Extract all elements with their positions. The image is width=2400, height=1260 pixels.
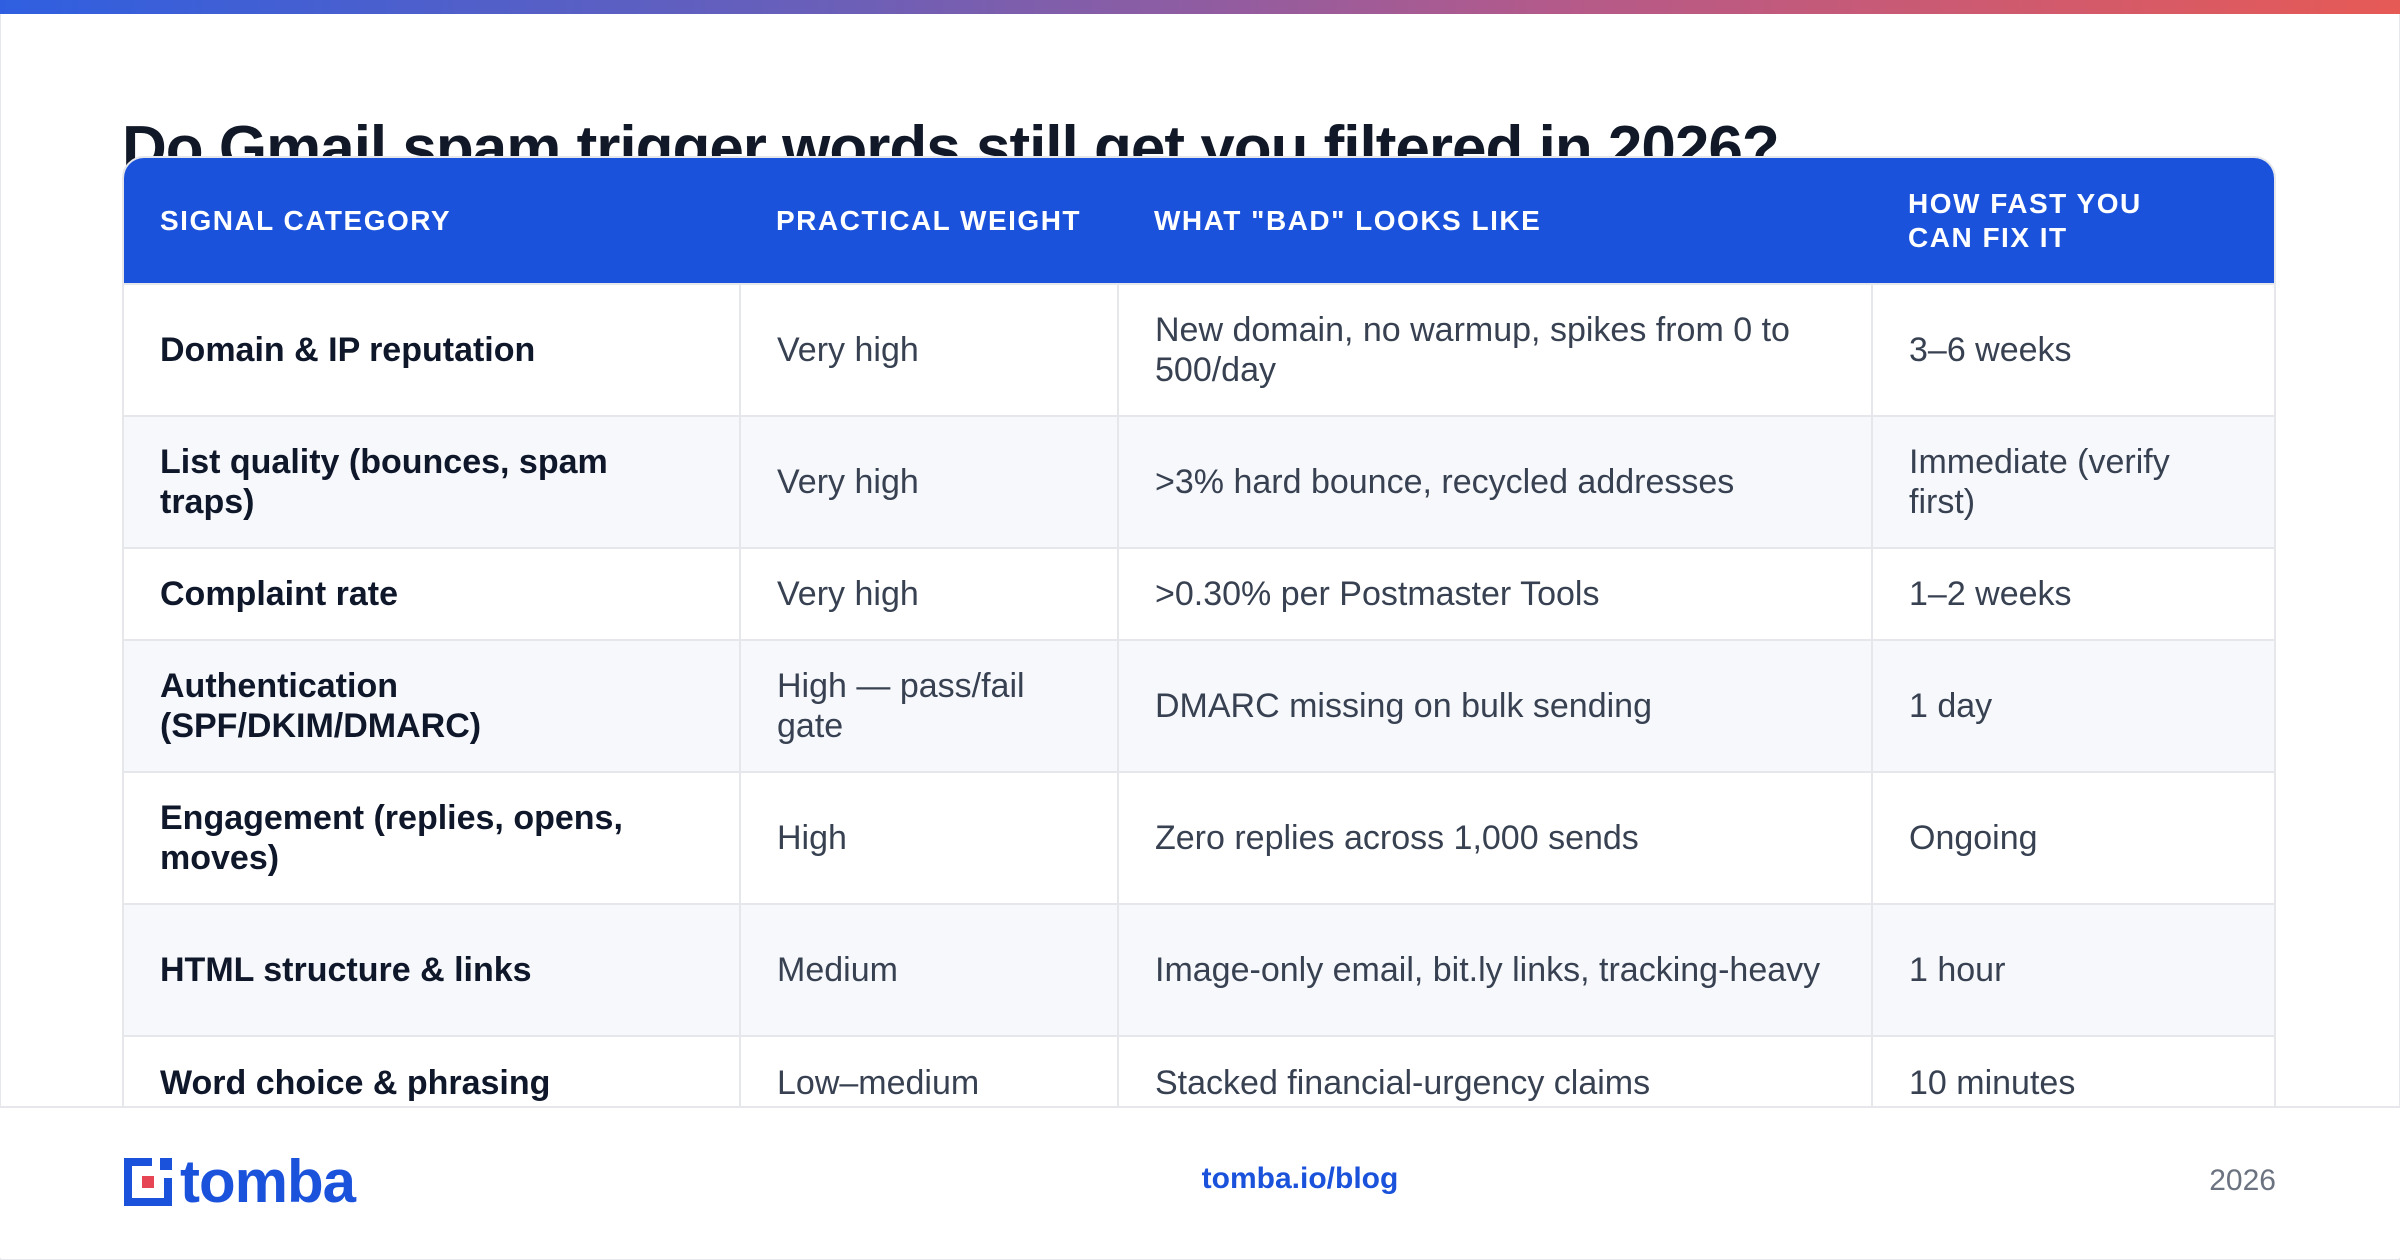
cell-fix-time: 1–2 weeks <box>1871 548 2274 640</box>
cell-weight: Very high <box>739 548 1118 640</box>
cell-fix-time: Ongoing <box>1871 772 2274 904</box>
blog-link[interactable]: tomba.io/blog <box>1100 1162 1500 1196</box>
cell-bad: DMARC missing on bulk sending <box>1117 640 1872 772</box>
cell-bad: Zero replies across 1,000 sends <box>1117 772 1872 904</box>
footer-year: 2026 <box>2209 1164 2276 1197</box>
header-practical-weight: PRACTICAL WEIGHT <box>776 204 1082 236</box>
cell-signal: Complaint rate <box>160 575 399 613</box>
cell-fix-time: 1 hour <box>1871 904 2274 1036</box>
header-what-bad-looks-like: WHAT "BAD" LOOKS LIKE <box>1154 204 1542 236</box>
cell-signal: Domain & IP reputation <box>160 331 536 369</box>
cell-bad: Image-only email, bit.ly links, tracking… <box>1117 904 1872 1036</box>
tomba-logo[interactable]: tomba <box>122 1148 356 1215</box>
cell-fix-time: 1 day <box>1871 640 2274 772</box>
table-row: HTML structure & links Medium Image-only… <box>124 904 2274 1036</box>
footer-divider <box>0 1106 2400 1108</box>
cell-weight: Very high <box>739 284 1118 416</box>
cell-fix-time: 3–6 weeks <box>1871 284 2274 416</box>
cell-bad: New domain, no warmup, spikes from 0 to … <box>1117 284 1872 416</box>
cell-signal: Engagement (replies, opens, moves) <box>160 799 623 877</box>
header-how-fast-to-fix: HOW FAST YOU CAN FIX IT <box>1908 187 2142 253</box>
cell-fix-time: Immediate (verify first) <box>1871 416 2274 548</box>
table-row: Complaint rate Very high >0.30% per Post… <box>124 548 2274 640</box>
cell-bad: >0.30% per Postmaster Tools <box>1117 548 1872 640</box>
table-row: Engagement (replies, opens, moves) High … <box>124 772 2274 904</box>
cell-bad: >3% hard bounce, recycled addresses <box>1117 416 1872 548</box>
cell-weight: Medium <box>739 904 1118 1036</box>
table-row: Authentication (SPF/DKIM/DMARC) High — p… <box>124 640 2274 772</box>
cell-weight: High — pass/fail gate <box>739 640 1118 772</box>
cell-signal: HTML structure & links <box>160 951 532 989</box>
cell-signal: Authentication (SPF/DKIM/DMARC) <box>160 667 482 745</box>
comparison-table-card: SIGNAL CATEGORY PRACTICAL WEIGHT WHAT "B… <box>122 156 2276 1140</box>
top-gradient-bar <box>0 0 2400 14</box>
table-row: List quality (bounces, spam traps) Very … <box>124 416 2274 548</box>
logo-wordmark: tomba <box>180 1148 356 1215</box>
header-signal-category: SIGNAL CATEGORY <box>160 204 452 236</box>
table-header-row: SIGNAL CATEGORY PRACTICAL WEIGHT WHAT "B… <box>124 158 2274 284</box>
cell-weight: High <box>739 772 1118 904</box>
table-row: Domain & IP reputation Very high New dom… <box>124 284 2274 416</box>
comparison-table: SIGNAL CATEGORY PRACTICAL WEIGHT WHAT "B… <box>124 158 2274 1128</box>
cell-weight: Very high <box>739 416 1118 548</box>
cell-signal: List quality (bounces, spam traps) <box>160 443 608 521</box>
tomba-logo-icon <box>124 1158 172 1206</box>
